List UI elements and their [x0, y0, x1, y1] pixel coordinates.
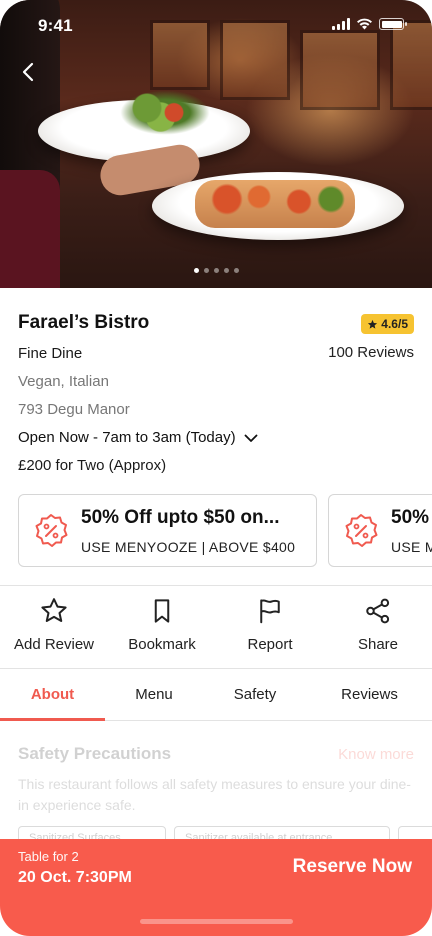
battery-icon — [379, 18, 407, 30]
rating-value: 4.6/5 — [381, 317, 408, 331]
rating-badge: 4.6/5 — [361, 314, 414, 334]
carousel-dot[interactable] — [233, 268, 239, 273]
carousel-dot[interactable] — [203, 268, 209, 273]
offer-card[interactable]: 50% Off upto $50 on... USE MENYOOZE | AB… — [328, 494, 432, 567]
share-button[interactable]: Share — [324, 586, 432, 668]
action-row: Add Review Bookmark Report Share — [0, 586, 432, 668]
tab-bar: About Menu Safety Reviews — [0, 669, 432, 721]
chevron-left-icon — [22, 62, 34, 82]
know-more-link[interactable]: Know more — [338, 746, 414, 763]
bruschetta-food — [195, 180, 355, 228]
bookmark-label: Bookmark — [128, 636, 196, 653]
report-label: Report — [247, 636, 293, 653]
tab-about[interactable]: About — [0, 669, 105, 721]
restaurant-photo-carousel[interactable]: 9:41 — [0, 0, 432, 288]
opening-hours: Open Now - 7am to 3am (Today) — [18, 429, 236, 446]
opening-hours-toggle[interactable]: Open Now - 7am to 3am (Today) — [18, 424, 414, 452]
tab-reviews[interactable]: Reviews — [307, 669, 432, 720]
carousel-dot[interactable] — [223, 268, 229, 273]
reviews-count-link[interactable]: 100 Reviews — [328, 344, 414, 361]
table-size[interactable]: Table for 2 — [18, 849, 79, 864]
status-time: 9:41 — [38, 16, 73, 35]
cost-for-two: £200 for Two (Approx) — [18, 457, 167, 474]
safety-section: Safety Precautions Know more This restau… — [18, 744, 414, 816]
salad-food — [120, 90, 210, 135]
offer-title: 50% Off upto $50 on... — [81, 507, 280, 528]
add-review-label: Add Review — [13, 636, 95, 653]
offer-code: USE MENYOOZE | ABOVE $400 — [391, 539, 432, 555]
share-icon — [366, 598, 390, 624]
restaurant-info: Farael’s Bistro 4.6/5 Fine Dine 100 Revi… — [18, 312, 414, 480]
offer-code: USE MENYOOZE | ABOVE $400 — [81, 539, 296, 555]
report-button[interactable]: Report — [216, 586, 324, 668]
phone-screen: 9:41 Farael’s Bistro 4.6/5 Fine Dine 100… — [0, 0, 432, 936]
cellular-signal-icon — [332, 18, 350, 30]
reservation-datetime[interactable]: 20 Oct. 7:30PM — [18, 869, 132, 887]
restaurant-name: Farael’s Bistro — [18, 312, 150, 333]
discount-badge-icon — [345, 514, 378, 547]
carousel-indicator — [0, 268, 432, 273]
discount-badge-icon — [35, 514, 68, 547]
status-bar: 9:41 — [0, 0, 432, 48]
star-icon — [41, 598, 67, 622]
chevron-down-icon — [244, 434, 257, 442]
home-indicator — [140, 919, 293, 924]
offer-card[interactable]: 50% Off upto $50 on... USE MENYOOZE | AB… — [18, 494, 317, 567]
back-button[interactable] — [14, 58, 42, 86]
offer-title: 50% Off upto $50 on... — [391, 507, 432, 528]
carousel-dot[interactable] — [213, 268, 219, 273]
flag-icon — [260, 599, 280, 624]
bookmark-button[interactable]: Bookmark — [108, 586, 216, 668]
star-filled-icon — [368, 319, 378, 329]
wifi-icon — [357, 18, 372, 30]
restaurant-address: 793 Degu Manor — [18, 401, 130, 418]
tab-menu[interactable]: Menu — [105, 669, 203, 720]
offers-carousel[interactable]: 50% Off upto $50 on... USE MENYOOZE | AB… — [18, 494, 432, 568]
status-icons — [332, 18, 407, 30]
restaurant-cuisine: Vegan, Italian — [18, 373, 109, 390]
bookmark-icon — [154, 599, 170, 623]
reserve-now-button[interactable]: Reserve Now — [293, 856, 412, 878]
add-review-button[interactable]: Add Review — [0, 586, 108, 668]
carousel-dot[interactable] — [193, 268, 199, 273]
tab-safety[interactable]: Safety — [203, 669, 307, 720]
safety-description: This restaurant follows all safety measu… — [18, 776, 411, 813]
share-label: Share — [357, 636, 399, 653]
reservation-bar: Table for 2 20 Oct. 7:30PM Reserve Now — [0, 839, 432, 936]
